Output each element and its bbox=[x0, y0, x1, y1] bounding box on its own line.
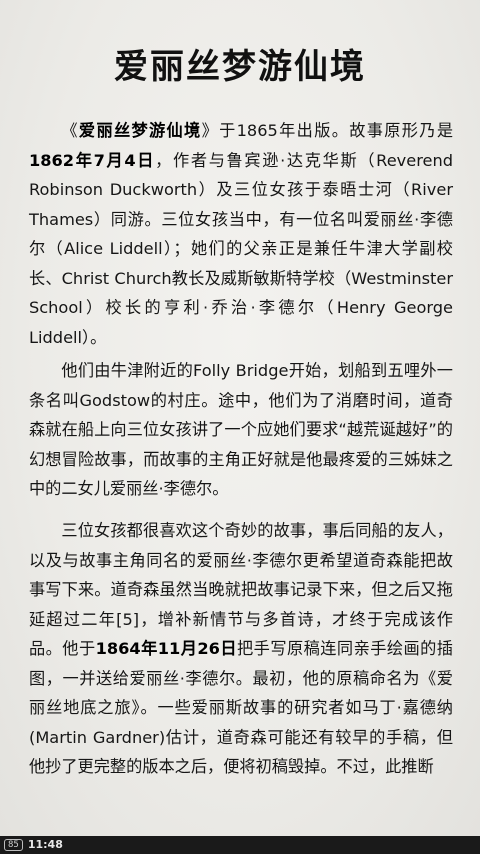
paragraph-2: 他们由牛津附近的Folly Bridge开始，划船到五哩外一条名叫Godstow… bbox=[29, 361, 453, 498]
text-span: 《 bbox=[61, 121, 79, 140]
text-span: ，作者与鲁宾逊·达克华斯（Reverend Robinson Duckworth… bbox=[29, 150, 453, 347]
battery-icon: 85 bbox=[4, 839, 23, 851]
date-bold: 1862年7月4日 bbox=[29, 150, 156, 170]
clock: 11:48 bbox=[27, 838, 63, 851]
chapter-title: 爱丽丝梦游仙境 bbox=[114, 47, 366, 87]
text-span: 把手写原稿连同亲手绘画的插图，一并送给爱丽丝·李德尔。最初，他的原稿命名为《爱丽… bbox=[29, 639, 453, 776]
paragraph-3: 三位女孩都很喜欢这个奇妙的故事，事后同船的友人，以及与故事主角同名的爱丽丝·李德… bbox=[29, 516, 453, 782]
paragraph-1: 《爱丽丝梦游仙境》于1865年出版。故事原形乃是 1862年7月4日，作者与鲁宾逊… bbox=[29, 116, 453, 352]
text-span: 三位女孩都很喜欢这个奇妙的故事，事后同船的友人，以及与故事主角同名的爱丽丝·李德… bbox=[29, 521, 453, 658]
status-bar: 85 11:48 bbox=[0, 836, 480, 854]
reader-page[interactable]: 爱丽丝梦游仙境 《爱丽丝梦游仙境》于1865年出版。故事原形乃是1862年7月4… bbox=[0, 0, 480, 836]
text-span: 》于1865年出版。故事原形乃是 bbox=[201, 121, 454, 140]
date-bold: 1864年11月26日 bbox=[95, 639, 238, 658]
book-title-bold: 爱丽丝梦游仙境 bbox=[78, 121, 202, 140]
